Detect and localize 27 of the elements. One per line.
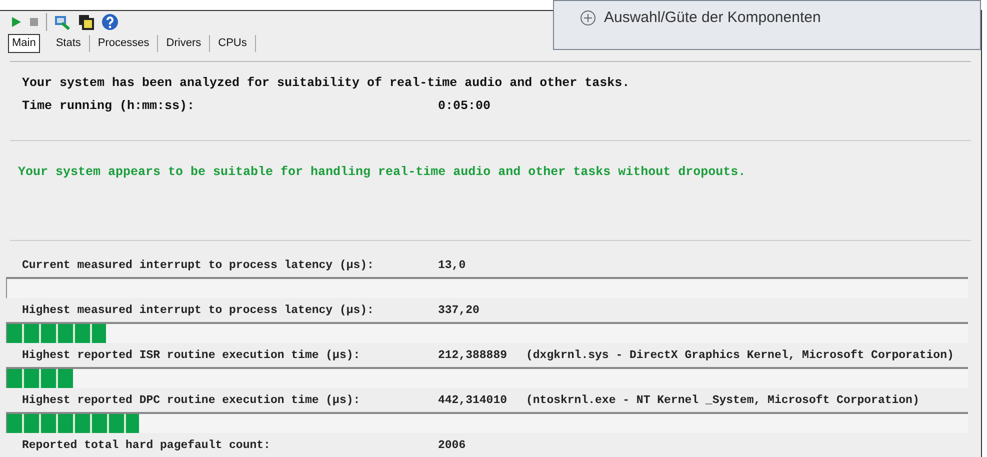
meter-label: Highest measured interrupt to process latency (µs):: [22, 303, 375, 320]
tab[interactable]: Drivers: [158, 35, 210, 52]
stop-icon[interactable]: [28, 16, 40, 28]
tab[interactable]: Main: [8, 34, 40, 53]
meter-label: Highest reported ISR routine execution time (µs):: [22, 348, 362, 364]
time-value: 0:05:00: [438, 98, 491, 116]
meter-value: 13,0: [438, 258, 467, 274]
driver-detail: (ntoskrnl.exe - NT Kernel _System, Microsoft Corporation): [526, 393, 920, 410]
driver-detail: (dxgkrnl.sys - DirectX Graphics Kernel, Microsoft Corporation): [526, 348, 954, 364]
meter-value: 442,314010: [438, 393, 508, 410]
plus-circle-icon: [580, 10, 596, 26]
section-heading: Auswahl/Güte der Komponenten: [604, 8, 821, 28]
tab[interactable]: CPUs: [210, 35, 256, 52]
tab[interactable]: Processes: [90, 35, 158, 52]
meter-value: 2006: [438, 438, 467, 454]
meter-label: Reported total hard pagefault count:: [22, 438, 272, 454]
meter-value: 212,388889: [438, 348, 508, 364]
meter-label: Current measured interrupt to process latency (µs):: [22, 258, 375, 274]
help-icon[interactable]: [101, 12, 119, 31]
meter-value: 337,20: [438, 303, 480, 320]
verdict-message: Your system appears to be suitable for handling real-time audio and other tasks without dropouts.: [18, 165, 746, 179]
start-icon[interactable]: [10, 16, 22, 28]
analysis-message: Your system has been analyzed for suitability of real-time audio and other tasks.: [22, 74, 631, 92]
tab[interactable]: Stats: [48, 35, 90, 52]
meter-label: Highest reported DPC routine execution time (µs):: [22, 393, 362, 410]
windows-icon[interactable]: [77, 12, 95, 31]
time-label: Time running (h:mm:ss):: [22, 98, 196, 116]
